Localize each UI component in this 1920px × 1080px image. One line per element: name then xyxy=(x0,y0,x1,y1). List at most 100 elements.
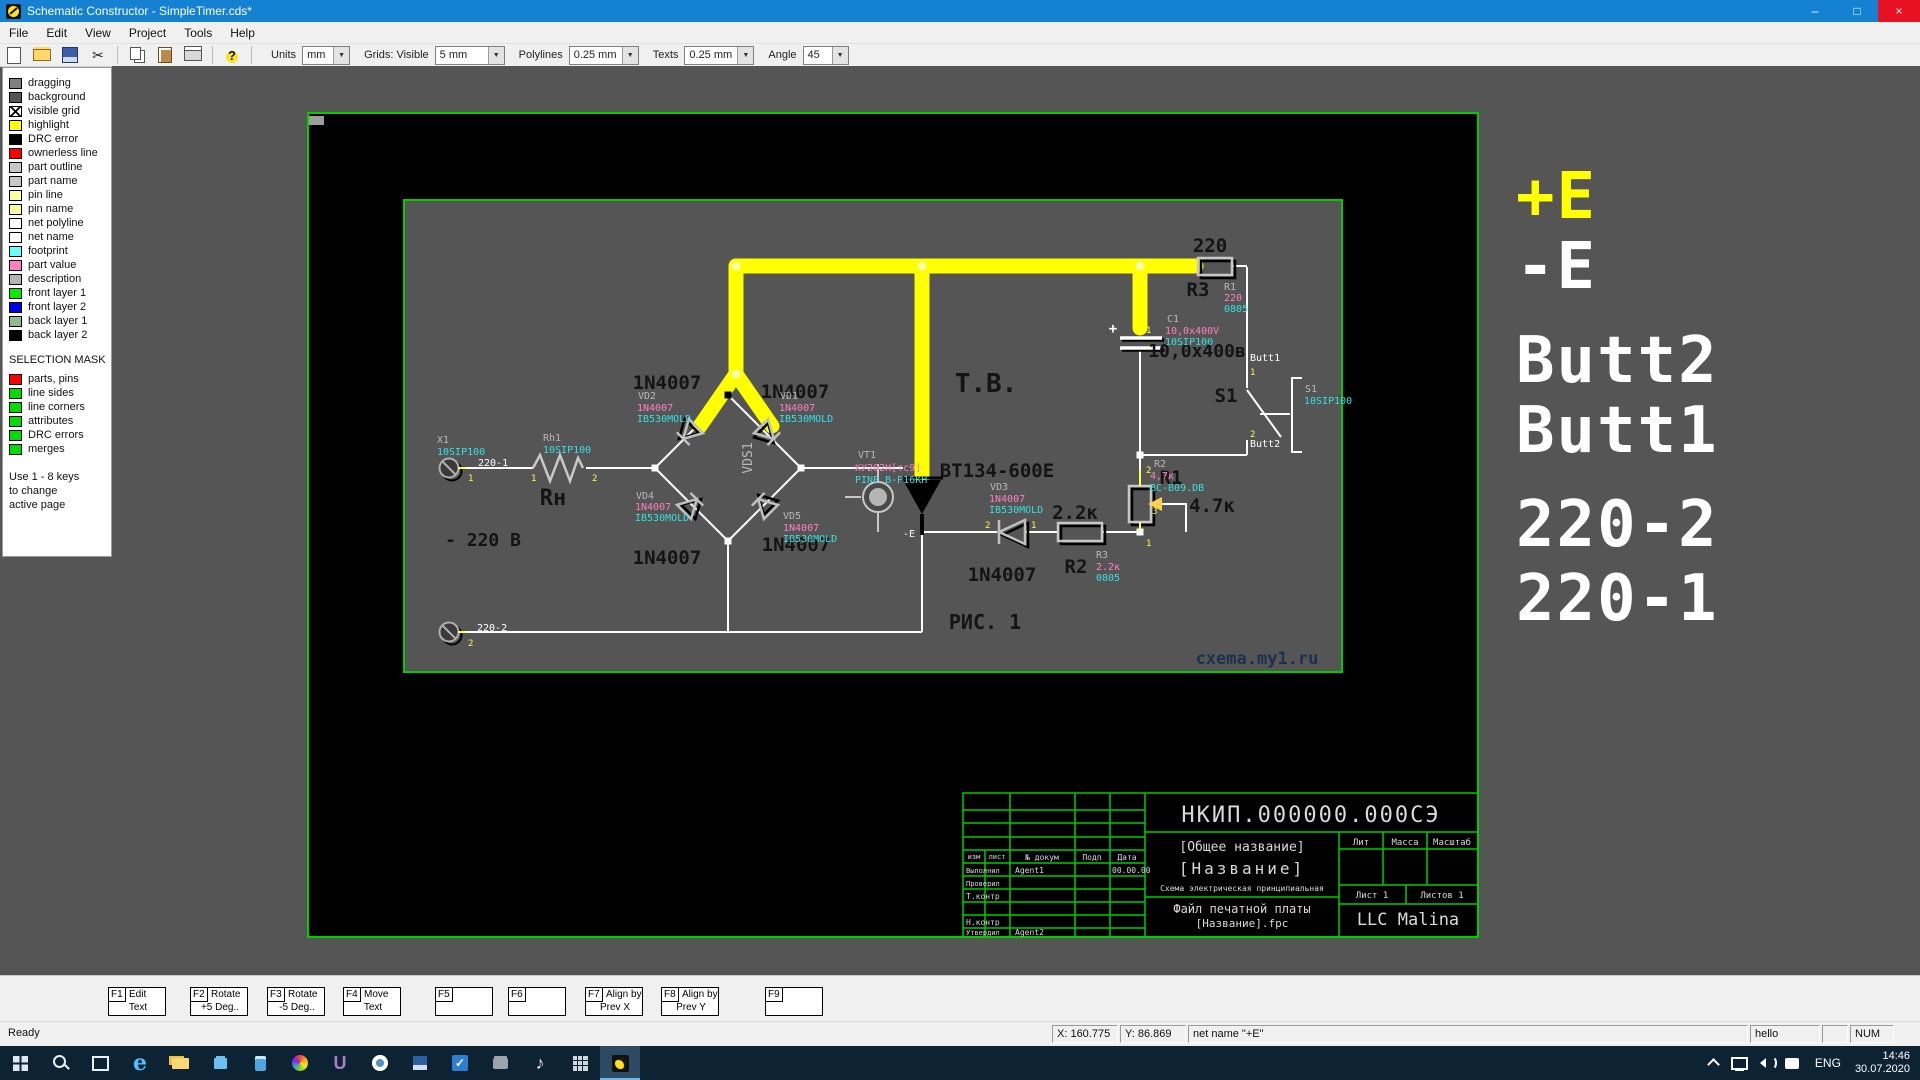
angle-select[interactable]: 45 ▼ xyxy=(803,46,849,65)
new-icon[interactable] xyxy=(2,45,26,65)
fkey-f8[interactable]: F8Align byPrev Y xyxy=(661,987,719,1016)
fkey-f2[interactable]: F2Rotate+5 Deg.. xyxy=(190,987,248,1016)
mask-item-attributes[interactable]: attributes xyxy=(9,414,111,428)
schematic-text[interactable]: R2 xyxy=(1154,459,1166,470)
cut-icon[interactable]: ✂ xyxy=(86,45,110,65)
schematic-constructor-icon[interactable] xyxy=(600,1046,640,1080)
start-icon[interactable] xyxy=(0,1046,40,1080)
legend-item-pin-name[interactable]: pin name xyxy=(9,202,111,216)
schematic-text[interactable]: X1 xyxy=(437,435,449,446)
fkey-f9[interactable]: F9 xyxy=(765,987,823,1016)
schematic-text[interactable]: 10SIP100 xyxy=(1165,337,1213,348)
color-swatch[interactable] xyxy=(9,134,22,145)
copy-icon[interactable] xyxy=(125,45,149,65)
legend-item-back-layer-2[interactable]: back layer 2 xyxy=(9,328,111,342)
schematic-text[interactable]: 1N4007 xyxy=(783,523,819,534)
tasks-app-icon[interactable]: ✓ xyxy=(440,1046,480,1080)
color-swatch[interactable] xyxy=(9,148,22,159)
chevron-down-icon[interactable]: ▼ xyxy=(333,47,349,64)
schematic-text[interactable]: VD3 xyxy=(990,482,1008,493)
save-app-icon[interactable] xyxy=(400,1046,440,1080)
legend-item-background[interactable]: background xyxy=(9,90,111,104)
color-swatch[interactable] xyxy=(9,246,22,257)
schematic-text[interactable]: 4,7к xyxy=(1150,471,1174,482)
page-drag-handle[interactable] xyxy=(309,116,324,125)
menu-view[interactable]: View xyxy=(76,22,120,44)
units-select[interactable]: mm ▼ xyxy=(302,46,350,65)
search-icon[interactable] xyxy=(40,1046,80,1080)
schematic-text[interactable]: IB530MOLD xyxy=(779,414,833,425)
sheets-app-icon[interactable] xyxy=(560,1046,600,1080)
schematic-text[interactable]: cxema.my1.ru xyxy=(1196,649,1319,669)
task-view-icon[interactable] xyxy=(80,1046,120,1080)
schematic-text[interactable]: 2.2к xyxy=(1096,562,1120,573)
fkey-f3[interactable]: F3Rotate-5 Deg.. xyxy=(267,987,325,1016)
schematic-text[interactable]: 10SIP100 xyxy=(1304,396,1352,407)
legend-item-visible-grid[interactable]: visible grid xyxy=(9,104,111,118)
menu-tools[interactable]: Tools xyxy=(175,22,221,44)
open-icon[interactable] xyxy=(30,45,54,65)
schematic-text[interactable]: 220 xyxy=(1224,293,1242,304)
mask-item-parts-pins[interactable]: parts, pins xyxy=(9,372,111,386)
schematic-text[interactable]: VDS1 xyxy=(741,442,756,473)
screenshot-app-icon[interactable] xyxy=(480,1046,520,1080)
legend-item-highlight[interactable]: highlight xyxy=(9,118,111,132)
net-label-butt1[interactable]: Butt1 xyxy=(1516,396,1719,466)
color-swatch[interactable] xyxy=(9,402,22,413)
chevron-down-icon[interactable]: ▼ xyxy=(488,47,504,64)
legend-item-description[interactable]: description xyxy=(9,272,111,286)
legend-item-net-name[interactable]: net name xyxy=(9,230,111,244)
legend-item-part-outline[interactable]: part outline xyxy=(9,160,111,174)
color-swatch[interactable] xyxy=(9,274,22,285)
save-icon[interactable] xyxy=(58,45,82,65)
schematic-text[interactable]: R3 xyxy=(1096,550,1108,561)
color-swatch[interactable] xyxy=(9,176,22,187)
schematic-text[interactable]: РИС. 1 xyxy=(949,610,1021,634)
file-explorer-icon[interactable] xyxy=(160,1046,200,1080)
schematic-text[interactable]: VT1 xyxy=(858,450,876,461)
grids-select[interactable]: 5 mm ▼ xyxy=(435,46,505,65)
schematic-text[interactable]: PINE В-Р16КН xyxy=(855,475,927,486)
color-swatch[interactable] xyxy=(9,218,22,229)
schematic-text[interactable]: IB530MOLD xyxy=(989,505,1043,516)
schematic-text[interactable]: 1N4007 xyxy=(637,403,673,414)
fkey-f1[interactable]: F1EditText xyxy=(108,987,166,1016)
schematic-text[interactable]: VD1 xyxy=(780,391,798,402)
schematic-text[interactable]: - 220 В xyxy=(445,530,521,551)
polylines-select[interactable]: 0.25 mm ▼ xyxy=(569,46,639,65)
clock[interactable]: 14:46 30.07.2020 xyxy=(1855,1050,1910,1076)
color-swatch[interactable] xyxy=(9,430,22,441)
color-swatch[interactable] xyxy=(9,330,22,341)
color-swatch[interactable] xyxy=(9,232,22,243)
legend-item-part-name[interactable]: part name xyxy=(9,174,111,188)
schematic-text[interactable]: 10SIP100 xyxy=(437,447,485,458)
chevron-up-icon[interactable] xyxy=(1701,1046,1727,1080)
chat-icon[interactable] xyxy=(1779,1046,1805,1080)
schematic-text[interactable]: 1N4007 xyxy=(635,502,671,513)
legend-item-back-layer-1[interactable]: back layer 1 xyxy=(9,314,111,328)
paint-icon[interactable] xyxy=(280,1046,320,1080)
schematic-text[interactable]: 10,0x400V xyxy=(1165,326,1219,337)
net-label-butt2[interactable]: Butt2 xyxy=(1516,326,1719,396)
menu-edit[interactable]: Edit xyxy=(37,22,76,44)
schematic-text[interactable]: 10SIP100 xyxy=(543,445,591,456)
schematic-text[interactable]: 2.2к xyxy=(1052,502,1098,524)
schematic-text[interactable]: VD2 xyxy=(638,391,656,402)
schematic-text[interactable]: КУ202Н[тс9] xyxy=(855,463,921,474)
color-swatch[interactable] xyxy=(9,204,22,215)
schematic-text[interactable]: IB530MOLD xyxy=(783,534,837,545)
menu-project[interactable]: Project xyxy=(120,22,175,44)
net-label--e[interactable]: +E xyxy=(1516,162,1597,232)
fkey-f4[interactable]: F4MoveText xyxy=(343,987,401,1016)
fkey-f7[interactable]: F7Align byPrev X xyxy=(585,987,643,1016)
schematic-text[interactable]: 1N4007 xyxy=(968,564,1037,586)
fkey-f5[interactable]: F5 xyxy=(435,987,493,1016)
edge-icon[interactable]: e xyxy=(120,1046,160,1080)
schematic-text[interactable]: 1N4007 xyxy=(989,494,1025,505)
legend-item-front-layer-1[interactable]: front layer 1 xyxy=(9,286,111,300)
color-swatch[interactable] xyxy=(9,120,22,131)
color-swatch[interactable] xyxy=(9,444,22,455)
chevron-down-icon[interactable]: ▼ xyxy=(832,47,848,64)
schematic-text[interactable]: 220-1 xyxy=(478,458,508,469)
net-label-220-1[interactable]: 220-1 xyxy=(1516,564,1719,634)
